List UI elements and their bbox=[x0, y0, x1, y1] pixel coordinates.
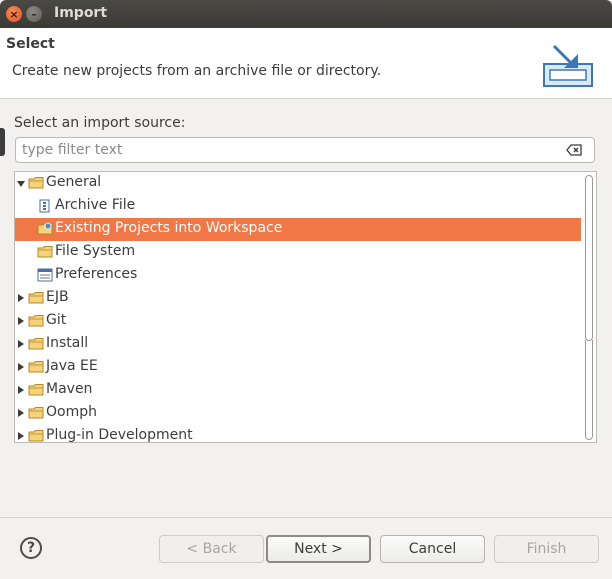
existing-projects-icon bbox=[37, 222, 53, 236]
tree-item-label: Existing Projects into Workspace bbox=[55, 220, 283, 236]
preferences-icon bbox=[37, 268, 53, 282]
tree-item[interactable]: Install bbox=[15, 333, 581, 356]
clear-filter-icon[interactable] bbox=[566, 144, 582, 156]
folder-icon bbox=[28, 429, 44, 442]
tree-item[interactable]: EJB bbox=[15, 287, 581, 310]
tree-item[interactable]: File System bbox=[15, 241, 581, 264]
tree-item-label: EJB bbox=[46, 289, 69, 305]
tree-item[interactable]: Plug-in Development bbox=[15, 425, 581, 443]
folder-icon bbox=[28, 291, 44, 305]
expand-arrow-right-icon[interactable] bbox=[18, 294, 24, 302]
tree-item-label: Git bbox=[46, 312, 67, 328]
folder-icon bbox=[28, 337, 44, 351]
back-button[interactable]: < Back bbox=[159, 535, 264, 563]
finish-button[interactable]: Finish bbox=[494, 535, 599, 563]
folder-icon bbox=[28, 360, 44, 374]
help-button[interactable]: ? bbox=[20, 537, 42, 559]
expand-arrow-right-icon[interactable] bbox=[18, 340, 24, 348]
tree-item-label: Oomph bbox=[46, 404, 97, 420]
expand-arrow-down-icon[interactable] bbox=[17, 181, 25, 187]
scrollbar-thumb[interactable] bbox=[585, 175, 593, 341]
tree-item-label: Java EE bbox=[46, 358, 98, 374]
tree-item[interactable]: Preferences bbox=[15, 264, 581, 287]
expand-arrow-right-icon[interactable] bbox=[18, 409, 24, 417]
import-source-label: Select an import source: bbox=[14, 115, 186, 131]
folder-icon bbox=[37, 245, 53, 259]
tree-item[interactable]: Maven bbox=[15, 379, 581, 402]
tree-item[interactable]: Oomph bbox=[15, 402, 581, 425]
import-wizard-icon bbox=[543, 44, 593, 87]
tree-item[interactable]: Java EE bbox=[15, 356, 581, 379]
window-close-button[interactable]: × bbox=[6, 6, 22, 22]
folder-icon bbox=[28, 176, 44, 190]
wizard-header: Select Create new projects from an archi… bbox=[0, 28, 612, 99]
tree-scrollbar[interactable] bbox=[582, 172, 596, 442]
tree-item[interactable]: Git bbox=[15, 310, 581, 333]
folder-icon bbox=[28, 383, 44, 397]
next-button[interactable]: Next > bbox=[266, 535, 371, 563]
filter-input[interactable] bbox=[22, 141, 552, 159]
tree-item-label: General bbox=[46, 174, 102, 190]
expand-arrow-right-icon[interactable] bbox=[18, 317, 24, 325]
tree-item-label: Archive File bbox=[55, 197, 136, 213]
window-titlebar: × – Import bbox=[0, 0, 612, 28]
window-minimize-button[interactable]: – bbox=[26, 6, 42, 22]
tree-item-label: Install bbox=[46, 335, 89, 351]
tree-item[interactable]: General bbox=[15, 172, 581, 195]
expand-arrow-right-icon[interactable] bbox=[18, 363, 24, 371]
page-description: Create new projects from an archive file… bbox=[12, 63, 382, 79]
import-source-tree: Plug-in Development Oomph Maven Java EE Inst… bbox=[14, 171, 597, 443]
tree-item[interactable]: Existing Projects into Workspace bbox=[15, 218, 581, 241]
left-edge-tab bbox=[0, 128, 5, 156]
footer-separator bbox=[0, 517, 612, 518]
page-title: Select bbox=[6, 36, 55, 52]
expand-arrow-right-icon[interactable] bbox=[18, 386, 24, 394]
filter-field bbox=[15, 137, 595, 163]
tree-item-label: File System bbox=[55, 243, 136, 259]
expand-arrow-right-icon[interactable] bbox=[18, 432, 24, 440]
scrollbar-track-lower bbox=[585, 340, 593, 440]
tree-item-label: Maven bbox=[46, 381, 93, 397]
folder-icon bbox=[28, 314, 44, 328]
window-title: Import bbox=[54, 5, 108, 21]
tree-item-label: Preferences bbox=[55, 266, 138, 282]
folder-icon bbox=[28, 406, 44, 420]
tree-item-label: Plug-in Development bbox=[46, 427, 193, 443]
tree-item[interactable]: Archive File bbox=[15, 195, 581, 218]
archive-file-icon bbox=[37, 199, 53, 213]
cancel-button[interactable]: Cancel bbox=[380, 535, 485, 563]
